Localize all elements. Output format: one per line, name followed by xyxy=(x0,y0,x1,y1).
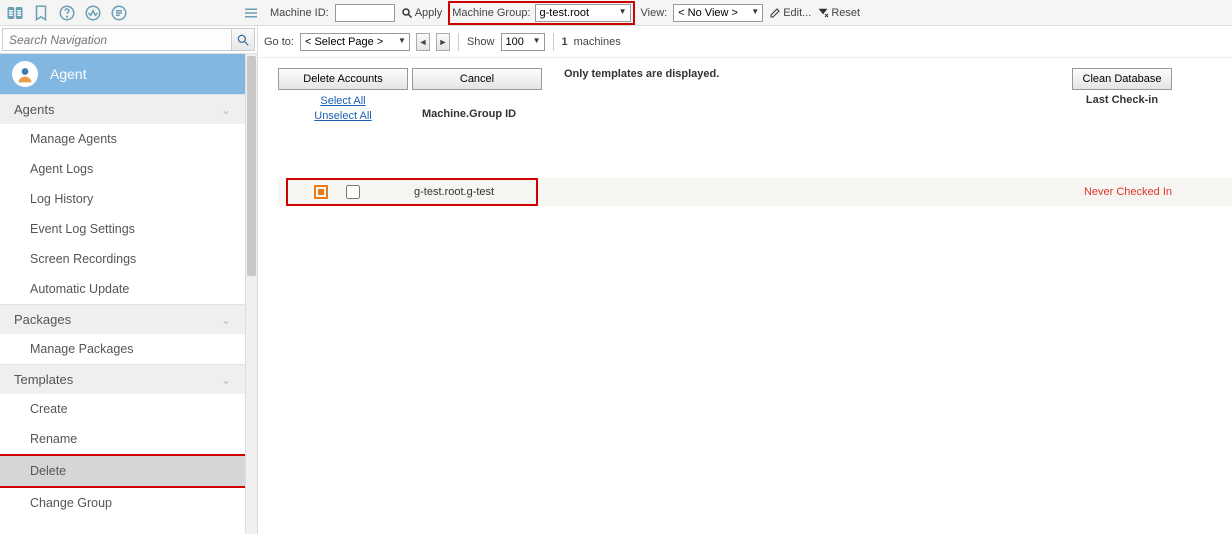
help-icon[interactable] xyxy=(58,4,76,22)
module-header[interactable]: Agent xyxy=(0,54,245,94)
goto-label: Go to: xyxy=(264,36,294,48)
col-machine-group-id: Machine.Group ID xyxy=(422,108,516,120)
prev-page-button[interactable]: ◄ xyxy=(416,33,430,51)
nav-item-agent-logs[interactable]: Agent Logs xyxy=(0,154,245,184)
chevron-down-icon: ⌄ xyxy=(221,103,231,117)
sidebar: Agent Agents⌄ Manage Agents Agent Logs L… xyxy=(0,26,258,534)
nav-item-manage-packages[interactable]: Manage Packages xyxy=(0,334,245,364)
bookmark-icon[interactable] xyxy=(32,4,50,22)
unselect-all-link[interactable]: Unselect All xyxy=(278,109,408,124)
chevron-down-icon: ⌄ xyxy=(221,313,231,327)
nav-item-rename[interactable]: Rename xyxy=(0,424,245,454)
col-last-checkin: Last Check-in xyxy=(1072,94,1172,106)
nav-section-templates[interactable]: Templates⌄ xyxy=(0,364,245,394)
edit-button[interactable]: Edit... xyxy=(769,7,811,19)
row-checkin-status: Never Checked In xyxy=(1084,186,1172,198)
nav-item-screen-recordings[interactable]: Screen Recordings xyxy=(0,244,245,274)
menu-icon[interactable] xyxy=(242,4,260,22)
machine-count: 1 xyxy=(562,36,568,48)
nav-item-create[interactable]: Create xyxy=(0,394,245,424)
select-all-link[interactable]: Select All xyxy=(278,94,408,109)
next-page-button[interactable]: ► xyxy=(436,33,450,51)
machine-group-label: Machine Group: xyxy=(452,7,530,19)
machine-id-input[interactable] xyxy=(335,4,395,22)
status-icon[interactable] xyxy=(84,4,102,22)
show-label: Show xyxy=(467,36,495,48)
apply-button[interactable]: Apply xyxy=(401,7,443,19)
nav-section-agents[interactable]: Agents⌄ xyxy=(0,94,245,124)
search-input[interactable] xyxy=(2,28,231,51)
machine-count-label: machines xyxy=(574,36,621,48)
clean-database-button[interactable]: Clean Database xyxy=(1072,68,1172,90)
main-content: Go to: < Select Page > ◄ ► Show 100 1 ma… xyxy=(258,26,1232,534)
view-select[interactable]: < No View > xyxy=(673,4,763,22)
machine-group-select[interactable]: g-test.root xyxy=(535,4,631,22)
notes-icon[interactable] xyxy=(110,4,128,22)
template-status-icon xyxy=(314,185,328,199)
machine-id-label: Machine ID: xyxy=(270,7,329,19)
reset-button[interactable]: Reset xyxy=(817,7,860,19)
nav-item-change-group[interactable]: Change Group xyxy=(0,488,245,518)
nav-item-delete[interactable]: Delete xyxy=(0,456,245,486)
nav-toggle-icon[interactable] xyxy=(6,4,24,22)
show-select[interactable]: 100 xyxy=(501,33,545,51)
delete-accounts-button[interactable]: Delete Accounts xyxy=(278,68,408,90)
filter-bar: Go to: < Select Page > ◄ ► Show 100 1 ma… xyxy=(258,26,1232,58)
row-checkbox[interactable] xyxy=(346,185,360,199)
chevron-down-icon: ⌄ xyxy=(221,373,231,387)
nav-item-event-log-settings[interactable]: Event Log Settings xyxy=(0,214,245,244)
sidebar-scrollbar[interactable] xyxy=(245,54,257,534)
agent-avatar-icon xyxy=(12,61,38,87)
search-button[interactable] xyxy=(231,28,255,51)
nav-item-manage-agents[interactable]: Manage Agents xyxy=(0,124,245,154)
table-row: g-test.root.g-test Never Checked In xyxy=(278,178,1232,206)
goto-select[interactable]: < Select Page > xyxy=(300,33,410,51)
nav-item-log-history[interactable]: Log History xyxy=(0,184,245,214)
apply-label: Apply xyxy=(415,7,443,19)
templates-note: Only templates are displayed. xyxy=(564,68,719,80)
cancel-button[interactable]: Cancel xyxy=(412,68,542,90)
view-label: View: xyxy=(641,7,668,19)
row-machine-id: g-test.root.g-test xyxy=(414,186,494,198)
scrollbar-thumb[interactable] xyxy=(247,56,256,276)
module-title: Agent xyxy=(50,66,87,82)
nav-section-packages[interactable]: Packages⌄ xyxy=(0,304,245,334)
top-toolbar: Machine ID: Apply Machine Group: g-test.… xyxy=(0,0,1232,26)
nav-item-automatic-update[interactable]: Automatic Update xyxy=(0,274,245,304)
machine-group-highlight: Machine Group: g-test.root xyxy=(448,1,634,25)
